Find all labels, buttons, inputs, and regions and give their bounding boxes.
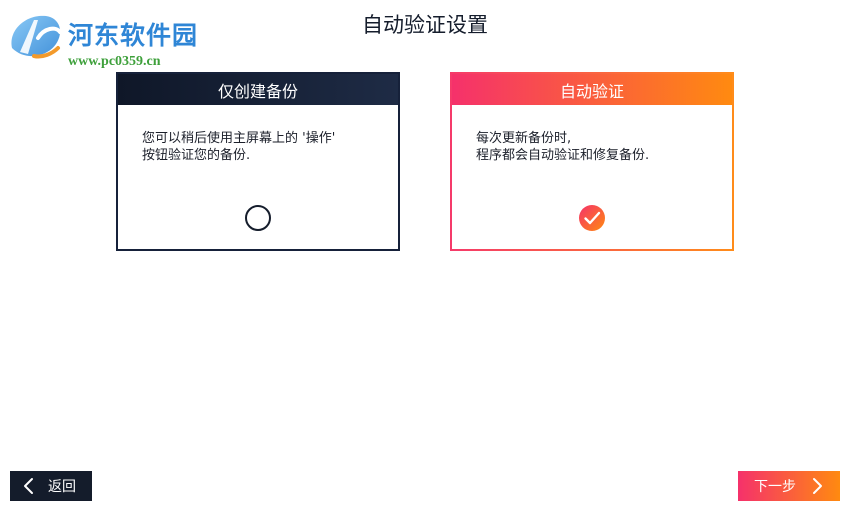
chevron-left-icon [24, 478, 33, 494]
option-card-auto-verify[interactable]: 自动验证 每次更新备份时, 程序都会自动验证和修复备份. [450, 72, 734, 251]
option-card-description: 您可以稍后使用主屏幕上的 '操作' 按钮验证您的备份. [142, 130, 384, 164]
page-title: 自动验证设置 [362, 13, 488, 37]
watermark-url: www.pc0359.cn [68, 54, 161, 69]
option-card-title: 仅创建备份 [118, 74, 398, 105]
description-line: 按钮验证您的备份. [142, 148, 251, 163]
next-button-label: 下一步 [754, 479, 796, 495]
option-card-description: 每次更新备份时, 程序都会自动验证和修复备份. [476, 130, 718, 164]
option-card-manual-backup[interactable]: 仅创建备份 您可以稍后使用主屏幕上的 '操作' 按钮验证您的备份. [116, 72, 400, 251]
back-button[interactable]: 返回 [10, 471, 92, 501]
radio-unchecked-icon[interactable] [244, 204, 272, 232]
next-button[interactable]: 下一步 [738, 471, 840, 501]
option-card-title: 自动验证 [452, 74, 732, 105]
back-button-label: 返回 [48, 479, 76, 495]
description-line: 您可以稍后使用主屏幕上的 '操作' [142, 131, 336, 146]
description-line: 程序都会自动验证和修复备份. [476, 148, 650, 163]
check-circle-icon[interactable] [578, 204, 606, 232]
chevron-right-icon [813, 478, 822, 494]
description-line: 每次更新备份时, [476, 131, 572, 146]
